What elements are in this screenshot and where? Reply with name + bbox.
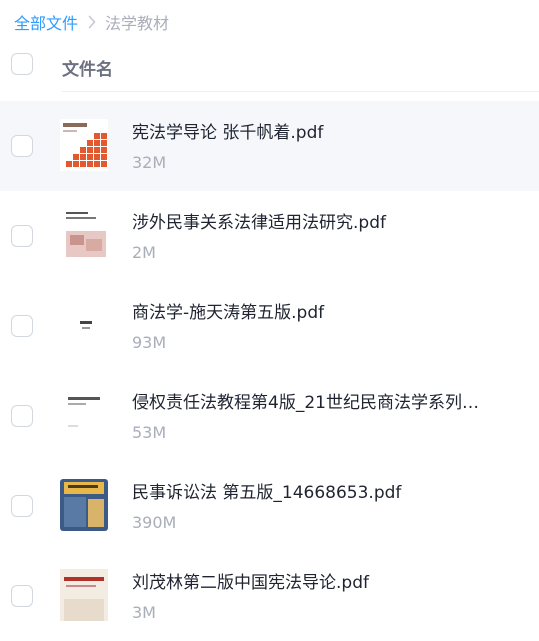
file-row[interactable]: 刘茂林第二版中国宪法导论.pdf 3M (0, 551, 539, 641)
file-size: 32M (132, 153, 167, 172)
file-checkbox[interactable] (11, 315, 33, 337)
file-name[interactable]: 侵权责任法教程第4版_21世纪民商法学系列教材.pdf (132, 388, 479, 413)
file-checkbox[interactable] (11, 495, 33, 517)
file-checkbox[interactable] (11, 225, 33, 247)
breadcrumb-root-link[interactable]: 全部文件 (14, 10, 78, 34)
header-divider (62, 91, 539, 92)
file-name[interactable]: 涉外民事关系法律适用法研究.pdf (132, 208, 479, 233)
file-name[interactable]: 民事诉讼法 第五版_14668653.pdf (132, 478, 479, 503)
file-name[interactable]: 宪法学导论 张千帆着.pdf (132, 118, 479, 143)
chevron-right-icon (88, 15, 96, 29)
file-row[interactable]: 涉外民事关系法律适用法研究.pdf 2M (0, 191, 539, 281)
file-row[interactable]: 商法学-施天涛第五版.pdf 93M (0, 281, 539, 371)
file-size: 53M (132, 423, 167, 442)
file-checkbox[interactable] (11, 405, 33, 427)
book-cover-white-text-icon (60, 389, 108, 441)
file-row[interactable]: 侵权责任法教程第4版_21世纪民商法学系列教材.pdf 53M (0, 371, 539, 461)
file-size: 93M (132, 333, 167, 352)
book-cover-pink-icon (60, 209, 108, 261)
file-checkbox[interactable] (11, 585, 33, 607)
book-cover-blue-yellow-icon (60, 479, 108, 531)
file-size: 390M (132, 513, 177, 532)
file-name[interactable]: 刘茂林第二版中国宪法导论.pdf (132, 568, 479, 593)
file-name[interactable]: 商法学-施天涛第五版.pdf (132, 298, 479, 323)
file-list-header: 文件名 (0, 42, 539, 92)
file-row[interactable]: 宪法学导论 张千帆着.pdf 32M (0, 101, 539, 191)
column-title-filename: 文件名 (62, 60, 113, 80)
book-cover-orange-grid-icon (60, 119, 108, 171)
book-cover-white-icon (60, 299, 108, 351)
file-row[interactable]: 民事诉讼法 第五版_14668653.pdf 390M (0, 461, 539, 551)
breadcrumb-current: 法学教材 (105, 14, 170, 33)
book-cover-red-title-icon (60, 569, 108, 621)
file-checkbox[interactable] (11, 135, 33, 157)
file-size: 2M (132, 243, 156, 262)
file-list: 宪法学导论 张千帆着.pdf 32M 涉外民事关系法律适用法研究.pdf 2M (0, 101, 539, 641)
select-all-checkbox[interactable] (11, 53, 33, 75)
breadcrumb: 全部文件 法学教材 (14, 10, 169, 34)
